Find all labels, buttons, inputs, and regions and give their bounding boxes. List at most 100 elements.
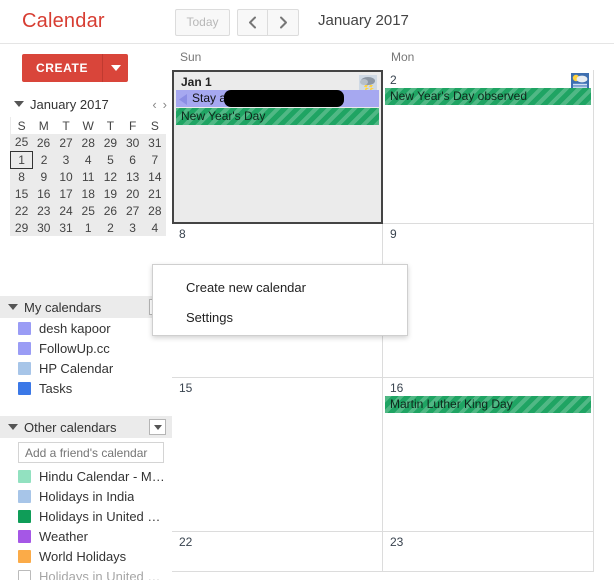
calendar-event[interactable]: New Year's Day observed (385, 88, 591, 105)
calendar-color-swatch[interactable] (18, 361, 31, 375)
mini-day-cell[interactable]: 26 (99, 202, 121, 219)
mini-day-cell[interactable]: 29 (11, 219, 33, 236)
mini-day-cell[interactable]: 17 (55, 185, 77, 202)
other-calendars-list: Hindu Calendar - MST Holidays in India Hol… (0, 466, 172, 580)
mini-day-cell[interactable]: 5 (99, 151, 121, 168)
day-cell[interactable]: 22 (172, 532, 383, 572)
day-cell[interactable]: 2 New Year's Day observed (383, 70, 594, 224)
day-number: 23 (390, 535, 404, 549)
redaction-bar (224, 90, 344, 107)
calendar-color-swatch[interactable] (18, 569, 31, 580)
calendar-color-swatch[interactable] (18, 381, 31, 395)
mini-day-cell[interactable]: 19 (99, 185, 121, 202)
day-cell[interactable]: 23 (383, 532, 594, 572)
mini-day-cell[interactable]: 25 (11, 134, 33, 151)
day-cell[interactable]: 15 (172, 378, 383, 532)
mini-day-cell[interactable]: 21 (144, 185, 166, 202)
mini-day-cell[interactable]: 3 (55, 151, 77, 168)
calendar-event[interactable]: Martin Luther King Day (385, 396, 591, 413)
mini-day-cell[interactable]: 12 (99, 168, 121, 185)
other-calendar-item[interactable]: World Holidays (0, 546, 172, 566)
mini-day-cell[interactable]: 4 (77, 151, 99, 168)
mini-day-cell[interactable]: 16 (33, 185, 55, 202)
calendar-color-swatch[interactable] (18, 321, 31, 335)
mini-day-cell[interactable]: 14 (144, 168, 166, 185)
create-dropdown-button[interactable] (102, 54, 129, 82)
calendar-color-swatch[interactable] (18, 489, 31, 503)
mini-weekday-5: F (121, 117, 144, 134)
mini-day-cell[interactable]: 31 (144, 134, 166, 151)
other-calendars-menu-button[interactable] (149, 419, 166, 435)
date-nav-group (237, 9, 299, 36)
mini-day-cell[interactable]: 20 (122, 185, 144, 202)
mini-day-cell[interactable]: 8 (11, 168, 33, 185)
calendar-color-swatch[interactable] (18, 529, 31, 543)
my-calendar-item[interactable]: HP Calendar (0, 358, 172, 378)
mini-day-cell[interactable]: 27 (55, 134, 77, 151)
menu-item-create-new-calendar[interactable]: Create new calendar (153, 273, 407, 303)
mini-day-cell[interactable]: 28 (77, 134, 99, 151)
mini-day-cell[interactable]: 25 (77, 202, 99, 219)
calendar-color-swatch[interactable] (18, 469, 31, 483)
mini-day-cell[interactable]: 28 (144, 202, 166, 219)
mini-day-cell[interactable]: 27 (122, 202, 144, 219)
mini-day-cell[interactable]: 15 (11, 185, 33, 202)
calendar-color-swatch[interactable] (18, 509, 31, 523)
other-calendar-item[interactable]: Holidays in India (0, 486, 172, 506)
mini-day-cell[interactable]: 26 (33, 134, 55, 151)
mini-day-cell[interactable]: 23 (33, 202, 55, 219)
mini-day-cell[interactable]: 3 (122, 219, 144, 236)
calendar-color-swatch[interactable] (18, 341, 31, 355)
collapse-triangle-icon[interactable] (8, 424, 18, 430)
other-calendar-item[interactable]: Hindu Calendar - MST (0, 466, 172, 486)
mini-prev-month-button[interactable]: ‹ (149, 97, 159, 112)
my-calendar-item[interactable]: desh kapoor (0, 318, 172, 338)
mini-day-cell[interactable]: 4 (144, 219, 166, 236)
mini-week-row: 22 23 24 25 26 27 28 (11, 202, 167, 219)
mini-day-cell[interactable]: 1 (77, 219, 99, 236)
mini-day-cell[interactable]: 30 (33, 219, 55, 236)
today-button[interactable]: Today (175, 9, 230, 36)
calendar-event[interactable]: New Year's Day (176, 108, 379, 125)
collapse-triangle-icon[interactable] (14, 101, 24, 107)
mini-day-cell[interactable]: 7 (144, 151, 166, 168)
mini-day-cell[interactable]: 24 (55, 202, 77, 219)
mini-calendar: January 2017 ‹ › SMTWTFS 25 26 27 28 29 30 31 1… (9, 94, 170, 236)
create-button[interactable]: CREATE (22, 54, 103, 82)
day-header-sun: Sun (180, 50, 202, 64)
collapse-triangle-icon[interactable] (8, 304, 18, 310)
next-period-button[interactable] (268, 9, 299, 36)
day-cell[interactable]: 9 (383, 224, 594, 378)
mini-weekday-1: M (32, 117, 55, 134)
date-range-title: January 2017 (318, 12, 409, 29)
mini-day-cell[interactable]: 10 (55, 168, 77, 185)
day-cell[interactable]: Jan 1Stay at MountaiNew Year's Day (172, 70, 383, 224)
day-cell[interactable]: 16 Martin Luther King Day (383, 378, 594, 532)
other-calendar-item[interactable]: Holidays in United St... (0, 566, 172, 580)
my-calendar-item[interactable]: FollowUp.cc (0, 338, 172, 358)
calendar-event[interactable]: Stay at Mountai (176, 90, 379, 107)
mini-next-month-button[interactable]: › (160, 97, 170, 112)
day-number: 9 (390, 227, 397, 241)
my-calendars-header: My calendars (0, 296, 172, 318)
mini-day-cell[interactable]: 9 (33, 168, 55, 185)
mini-day-cell[interactable]: 29 (99, 134, 121, 151)
other-calendar-item[interactable]: Weather (0, 526, 172, 546)
mini-day-cell[interactable]: 30 (122, 134, 144, 151)
calendar-color-swatch[interactable] (18, 549, 31, 563)
other-calendar-item[interactable]: Holidays in United St... (0, 506, 172, 526)
prev-period-button[interactable] (237, 9, 268, 36)
mini-day-cell[interactable]: 31 (55, 219, 77, 236)
mini-day-cell[interactable]: 22 (11, 202, 33, 219)
menu-item-settings[interactable]: Settings (153, 303, 407, 333)
mini-day-cell[interactable]: 2 (99, 219, 121, 236)
add-friend-calendar-input[interactable] (18, 442, 164, 463)
mini-day-cell[interactable]: 11 (77, 168, 99, 185)
mini-day-cell[interactable]: 18 (77, 185, 99, 202)
day-header-mon: Mon (391, 50, 415, 64)
mini-day-cell[interactable]: 6 (122, 151, 144, 168)
mini-day-cell[interactable]: 2 (33, 151, 55, 168)
my-calendar-item[interactable]: Tasks (0, 378, 172, 398)
mini-day-cell[interactable]: 1 (9, 150, 34, 169)
mini-day-cell[interactable]: 13 (122, 168, 144, 185)
